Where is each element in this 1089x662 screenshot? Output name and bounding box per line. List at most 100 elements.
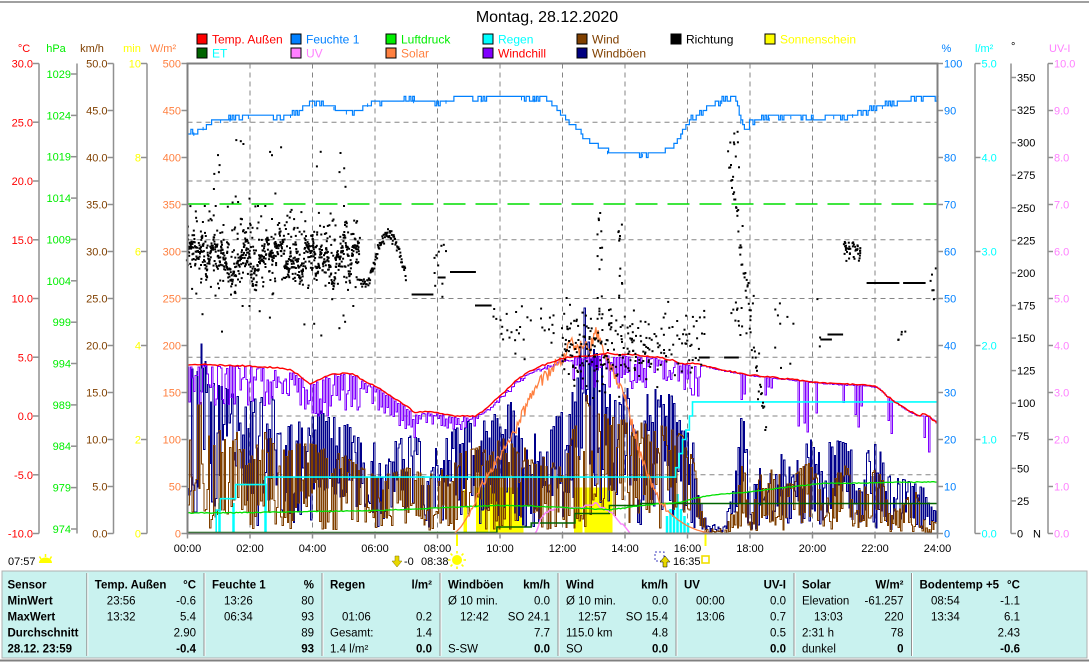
svg-text:Durchschnitt: Durchschnitt xyxy=(8,628,79,640)
svg-text:15.0: 15.0 xyxy=(86,388,107,400)
svg-text:Windböen: Windböen xyxy=(592,47,646,61)
svg-text:Richtung: Richtung xyxy=(686,33,733,47)
svg-text:13:03: 13:03 xyxy=(814,612,843,624)
svg-text:275: 275 xyxy=(1017,170,1035,182)
svg-text:0.0: 0.0 xyxy=(770,595,786,607)
svg-text:4.8: 4.8 xyxy=(652,628,668,640)
svg-text:MinWert: MinWert xyxy=(8,595,53,607)
svg-text:Luftdruck: Luftdruck xyxy=(401,33,451,47)
svg-text:SO 24.1: SO 24.1 xyxy=(508,612,550,624)
svg-text:994: 994 xyxy=(53,359,71,371)
svg-text:-0.6: -0.6 xyxy=(176,595,196,607)
svg-text:10: 10 xyxy=(129,59,141,71)
svg-text:6: 6 xyxy=(135,247,141,259)
svg-text:UV: UV xyxy=(306,47,323,61)
svg-text:150: 150 xyxy=(1017,333,1035,345)
svg-text:00:00: 00:00 xyxy=(174,543,202,555)
svg-text:km/h: km/h xyxy=(641,579,668,591)
svg-text:4.0: 4.0 xyxy=(1054,341,1069,353)
svg-text:1.0: 1.0 xyxy=(982,435,997,447)
svg-text:l/m²: l/m² xyxy=(975,43,994,55)
svg-text:Solar: Solar xyxy=(802,579,831,591)
svg-text:hPa: hPa xyxy=(46,43,66,55)
svg-text:2.90: 2.90 xyxy=(174,628,196,640)
svg-text:ET: ET xyxy=(212,47,228,61)
svg-text:50: 50 xyxy=(169,482,181,494)
svg-text:km/h: km/h xyxy=(523,579,550,591)
svg-text:2.43: 2.43 xyxy=(998,628,1020,640)
svg-text:0.7: 0.7 xyxy=(770,612,786,624)
svg-text:l/m²: l/m² xyxy=(412,579,433,591)
svg-text:75: 75 xyxy=(1017,431,1029,443)
svg-text:150: 150 xyxy=(163,388,181,400)
svg-text:984: 984 xyxy=(53,441,71,453)
svg-text:0: 0 xyxy=(175,529,181,541)
svg-text:Feuchte 1: Feuchte 1 xyxy=(212,579,266,591)
svg-text:Temp. Außen: Temp. Außen xyxy=(212,33,283,47)
svg-text:0.0: 0.0 xyxy=(416,644,432,656)
svg-text:Regen: Regen xyxy=(498,33,533,47)
svg-text:10.0: 10.0 xyxy=(1054,59,1075,71)
svg-text:220: 220 xyxy=(884,612,903,624)
svg-text:40: 40 xyxy=(944,341,956,353)
svg-text:450: 450 xyxy=(163,106,181,118)
svg-text:200: 200 xyxy=(163,341,181,353)
svg-text:200: 200 xyxy=(1017,268,1035,280)
svg-text:7.0: 7.0 xyxy=(1054,200,1069,212)
svg-text:1014: 1014 xyxy=(47,193,71,205)
svg-text:UV-I: UV-I xyxy=(764,579,786,591)
svg-text:Sensor: Sensor xyxy=(8,579,48,591)
svg-text:25.0: 25.0 xyxy=(12,117,33,129)
svg-text:28.12. 23:59: 28.12. 23:59 xyxy=(8,644,73,656)
svg-text:-0: -0 xyxy=(404,556,414,568)
svg-text:13:06: 13:06 xyxy=(696,612,725,624)
svg-text:12:00: 12:00 xyxy=(549,543,577,555)
svg-text:-0.4: -0.4 xyxy=(176,644,196,656)
svg-text:UV: UV xyxy=(684,579,700,591)
svg-text:08:54: 08:54 xyxy=(931,595,960,607)
svg-text:dunkel: dunkel xyxy=(802,644,836,656)
svg-text:60: 60 xyxy=(944,247,956,259)
svg-text:1004: 1004 xyxy=(47,276,71,288)
svg-text:Windchill: Windchill xyxy=(498,47,546,61)
svg-text:06:00: 06:00 xyxy=(361,543,389,555)
svg-text:10.0: 10.0 xyxy=(86,435,107,447)
svg-text:12:57: 12:57 xyxy=(578,612,607,624)
svg-text:Bodentemp +5: Bodentemp +5 xyxy=(920,579,1000,591)
svg-text:1.4: 1.4 xyxy=(416,628,433,640)
svg-text:-1.1: -1.1 xyxy=(1000,595,1020,607)
svg-text:7.7: 7.7 xyxy=(534,628,550,640)
svg-text:02:00: 02:00 xyxy=(236,543,264,555)
svg-text:70: 70 xyxy=(944,200,956,212)
svg-text:50: 50 xyxy=(1017,463,1029,475)
svg-text:500: 500 xyxy=(163,59,181,71)
svg-text:-0.6: -0.6 xyxy=(1000,644,1020,656)
svg-text:°C: °C xyxy=(183,579,196,591)
svg-text:979: 979 xyxy=(53,483,71,495)
svg-text:50.0: 50.0 xyxy=(86,59,107,71)
svg-text:Solar: Solar xyxy=(401,47,429,61)
svg-text:2:31 h: 2:31 h xyxy=(802,628,834,640)
svg-text:325: 325 xyxy=(1017,105,1035,117)
svg-text:115.0 km: 115.0 km xyxy=(566,628,612,640)
svg-text:125: 125 xyxy=(1017,366,1035,378)
svg-text:0.2: 0.2 xyxy=(416,612,432,624)
svg-text:1029: 1029 xyxy=(47,69,71,81)
svg-text:23:56: 23:56 xyxy=(107,595,136,607)
svg-text:999: 999 xyxy=(53,317,71,329)
svg-text:Regen: Regen xyxy=(330,579,365,591)
svg-text:12:42: 12:42 xyxy=(460,612,489,624)
svg-text:0: 0 xyxy=(135,529,141,541)
svg-text:Temp. Außen: Temp. Außen xyxy=(95,579,167,591)
svg-text:400: 400 xyxy=(163,153,181,165)
svg-text:N: N xyxy=(1033,529,1041,541)
svg-text:0: 0 xyxy=(944,529,950,541)
svg-text:3.0: 3.0 xyxy=(1054,388,1069,400)
svg-text:4: 4 xyxy=(135,341,141,353)
svg-text:13:26: 13:26 xyxy=(224,595,253,607)
svg-text:0.0: 0.0 xyxy=(534,644,550,656)
svg-text:0.0: 0.0 xyxy=(770,644,786,656)
svg-text:-61.257: -61.257 xyxy=(864,595,903,607)
svg-text:80: 80 xyxy=(944,153,956,165)
svg-text:0.0: 0.0 xyxy=(1054,529,1069,541)
